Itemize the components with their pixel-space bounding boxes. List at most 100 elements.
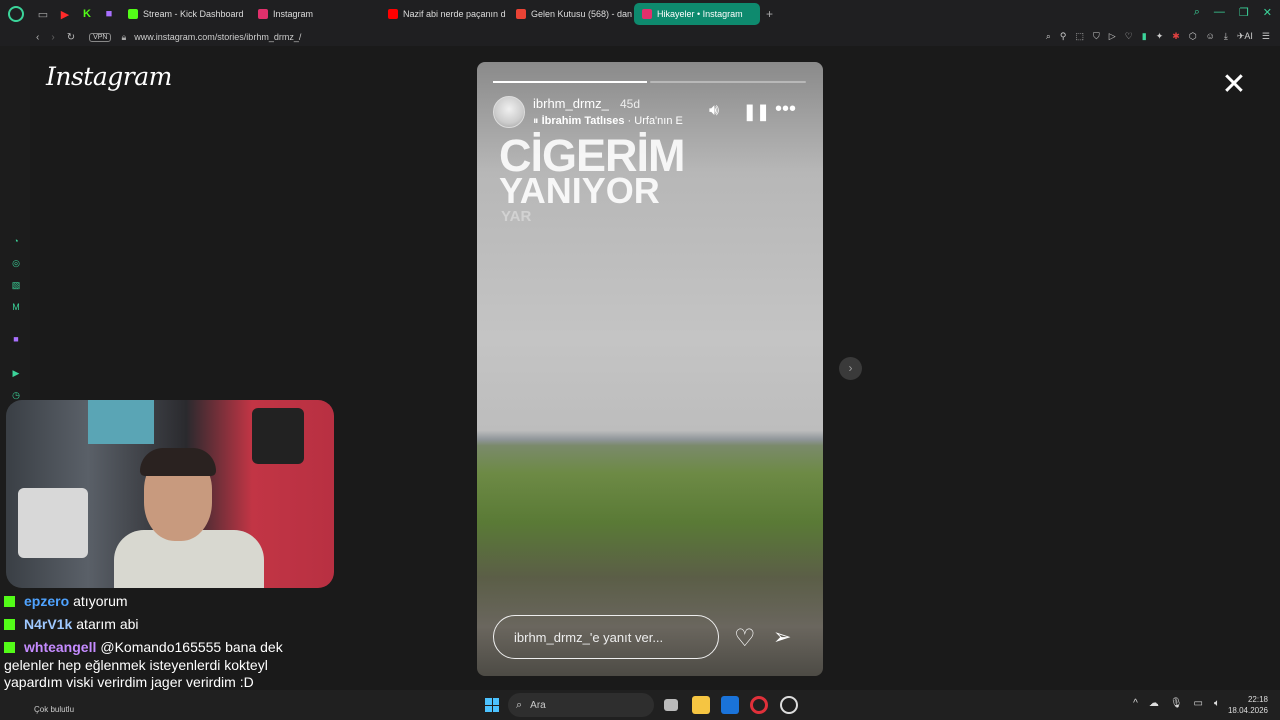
story-viewer[interactable]: ibrhm_drmz_ 45d ⏸︎ İbrahim Tatlıses · Ur…	[477, 62, 823, 676]
opera-taskbar-icon[interactable]	[750, 696, 768, 714]
snapshot-icon[interactable]: ⬚	[1075, 31, 1084, 42]
instagram-icon	[642, 9, 652, 19]
messenger-icon[interactable]: ▭	[32, 3, 54, 25]
system-tray: ^ ☁ 🎙︎ ▭ 🔈︎	[1133, 698, 1220, 709]
microphone-icon[interactable]: 🎙︎	[1170, 698, 1183, 709]
close-window-icon[interactable]: ✕	[1263, 6, 1272, 19]
kick-badge-icon	[4, 642, 15, 653]
instagram-icon	[258, 9, 268, 19]
youtube-tab-icon[interactable]: ▶	[54, 3, 76, 25]
search-box[interactable]: ⌕ Ara	[508, 693, 654, 717]
story-username[interactable]: ibrhm_drmz_	[533, 96, 609, 111]
tab-instagram[interactable]: Instagram	[250, 3, 378, 25]
instagram-logo[interactable]: Instagram	[46, 62, 172, 91]
weather-widget[interactable]: Çok bulutlu	[34, 705, 74, 714]
heart-bookmark-icon[interactable]: ♡	[1125, 31, 1133, 42]
nav-buttons: ‹ › ↻	[36, 32, 75, 43]
chat-message: N4rV1k atarım abi	[4, 616, 296, 634]
story-text-line2: YANIYOR	[499, 170, 660, 211]
zoom-icon[interactable]: ⌕	[1046, 31, 1051, 42]
audio-bars-icon: ⏸︎	[533, 115, 542, 127]
volume-icon[interactable]: 🔊︎	[709, 102, 719, 120]
reply-placeholder: ibrhm_drmz_'e yanıt ver...	[514, 629, 664, 645]
twitch-tab-icon[interactable]: ■	[98, 3, 120, 25]
chevron-up-icon[interactable]: ^	[1133, 698, 1138, 709]
minimize-icon[interactable]: —	[1214, 6, 1225, 19]
share-send-icon[interactable]: ➢	[773, 624, 791, 650]
play-icon[interactable]: ▷	[1109, 31, 1116, 42]
lock-icon[interactable]: 🔒︎	[121, 32, 126, 43]
story-progress-1	[493, 81, 647, 83]
pin-icon[interactable]: ⚲	[1060, 31, 1067, 42]
story-text-line3: YAR	[501, 208, 532, 225]
search-icon: ⌕	[516, 698, 523, 711]
crypto-wallet-icon[interactable]: ◎	[10, 258, 22, 270]
toolbar-icons: ⌕ ⚲ ⬚ ⛉ ▷ ♡ ▮ ✦ ✱ ⬡ ☺ ⤓ ✈AI ☰	[1046, 31, 1270, 42]
chat-username: epzero	[24, 593, 70, 609]
story-progress-2	[650, 81, 806, 83]
tab-instagram-stories[interactable]: Hikayeler • Instagram	[634, 3, 760, 25]
clock-date: 18.04.2026	[1227, 706, 1268, 715]
url-field[interactable]: www.instagram.com/stories/ibrhm_drmz_/	[134, 32, 301, 42]
more-options-icon[interactable]: •••	[775, 98, 796, 121]
tab-gmail-inbox[interactable]: Gelen Kutusu (568) - dans	[508, 3, 632, 25]
music-icon[interactable]: M	[10, 302, 22, 314]
shield-icon[interactable]: ⛉	[1093, 31, 1100, 42]
youtube-icon	[388, 9, 398, 19]
file-explorer-icon[interactable]	[692, 696, 710, 714]
screen: { "browser": { "tabs": [ {"label": "Stre…	[0, 0, 1280, 720]
kick-tab-icon[interactable]: K	[76, 3, 98, 25]
clock-time: 22:18	[1247, 695, 1268, 704]
new-tab-button[interactable]: +	[766, 7, 773, 21]
streamer-headphones	[140, 448, 216, 476]
avatar[interactable]	[493, 96, 525, 128]
reload-icon[interactable]: ↻	[67, 32, 75, 43]
story-music[interactable]: ⏸︎ İbrahim Tatlıses · Urfa'nın E	[533, 115, 695, 128]
download-icon[interactable]: ⤓	[1224, 31, 1228, 42]
chat-username: whteangell	[24, 639, 97, 655]
wall-mask	[252, 408, 304, 464]
chat-text: atıyorum	[73, 593, 128, 609]
pinboard-icon[interactable]: ▧	[10, 280, 22, 292]
cloud-icon[interactable]: ☁	[1149, 698, 1159, 709]
story-time: 45d	[620, 97, 641, 111]
speaker-icon[interactable]: 🔈︎	[1214, 698, 1220, 709]
aria-icon[interactable]: ◔	[10, 236, 22, 248]
kick-icon	[128, 9, 138, 19]
profile-icon[interactable]: ☺	[1206, 31, 1215, 42]
next-story-button[interactable]: ›	[839, 357, 862, 380]
like-heart-icon[interactable]: ♡	[734, 624, 756, 653]
battery-icon[interactable]: ▮	[1142, 31, 1147, 42]
vpn-badge[interactable]: VPN	[89, 32, 112, 42]
restore-icon[interactable]: ❐	[1239, 6, 1249, 19]
close-icon[interactable]: ✕	[1218, 70, 1250, 102]
extension-icon[interactable]: ✦	[1156, 31, 1164, 42]
search-placeholder: Ara	[530, 699, 546, 711]
webcam-overlay	[6, 400, 334, 588]
tab-kick-dashboard[interactable]: Stream - Kick Dashboard	[120, 3, 248, 25]
opera-logo-icon[interactable]	[8, 6, 24, 22]
menu-icon[interactable]: ☰	[1262, 31, 1270, 42]
address-bar: ‹ › ↻ VPN 🔒︎ www.instagram.com/stories/i…	[0, 28, 1280, 46]
chat-text: atarım abi	[76, 616, 139, 632]
kick-badge-icon	[4, 619, 15, 630]
story-progress-fill	[493, 81, 647, 83]
reply-input[interactable]: ibrhm_drmz_'e yanıt ver...	[493, 615, 719, 659]
extension-red-icon[interactable]: ✱	[1172, 31, 1180, 42]
player-icon[interactable]: ▶	[10, 368, 22, 380]
forward-icon[interactable]: ›	[51, 32, 54, 43]
opera-gx-taskbar-icon[interactable]	[780, 696, 798, 714]
chair	[18, 488, 88, 558]
clock[interactable]: 22:18 18.04.2026	[1228, 694, 1268, 716]
search-tabs-icon[interactable]: ⌕	[1194, 6, 1200, 19]
display-icon[interactable]: ▭	[1194, 698, 1203, 709]
tab-youtube-video[interactable]: Nazif abi nerde paçanın d	[380, 3, 506, 25]
start-icon[interactable]	[485, 698, 499, 712]
task-view-icon[interactable]	[664, 699, 678, 711]
extensions-icon[interactable]: ⬡	[1189, 31, 1197, 42]
ai-button[interactable]: ✈AI	[1237, 31, 1253, 42]
back-icon[interactable]: ‹	[36, 32, 39, 43]
twitch-sidebar-icon[interactable]: ■	[10, 334, 22, 346]
pause-icon[interactable]: ❚❚	[743, 102, 770, 122]
outlook-icon[interactable]	[721, 696, 739, 714]
